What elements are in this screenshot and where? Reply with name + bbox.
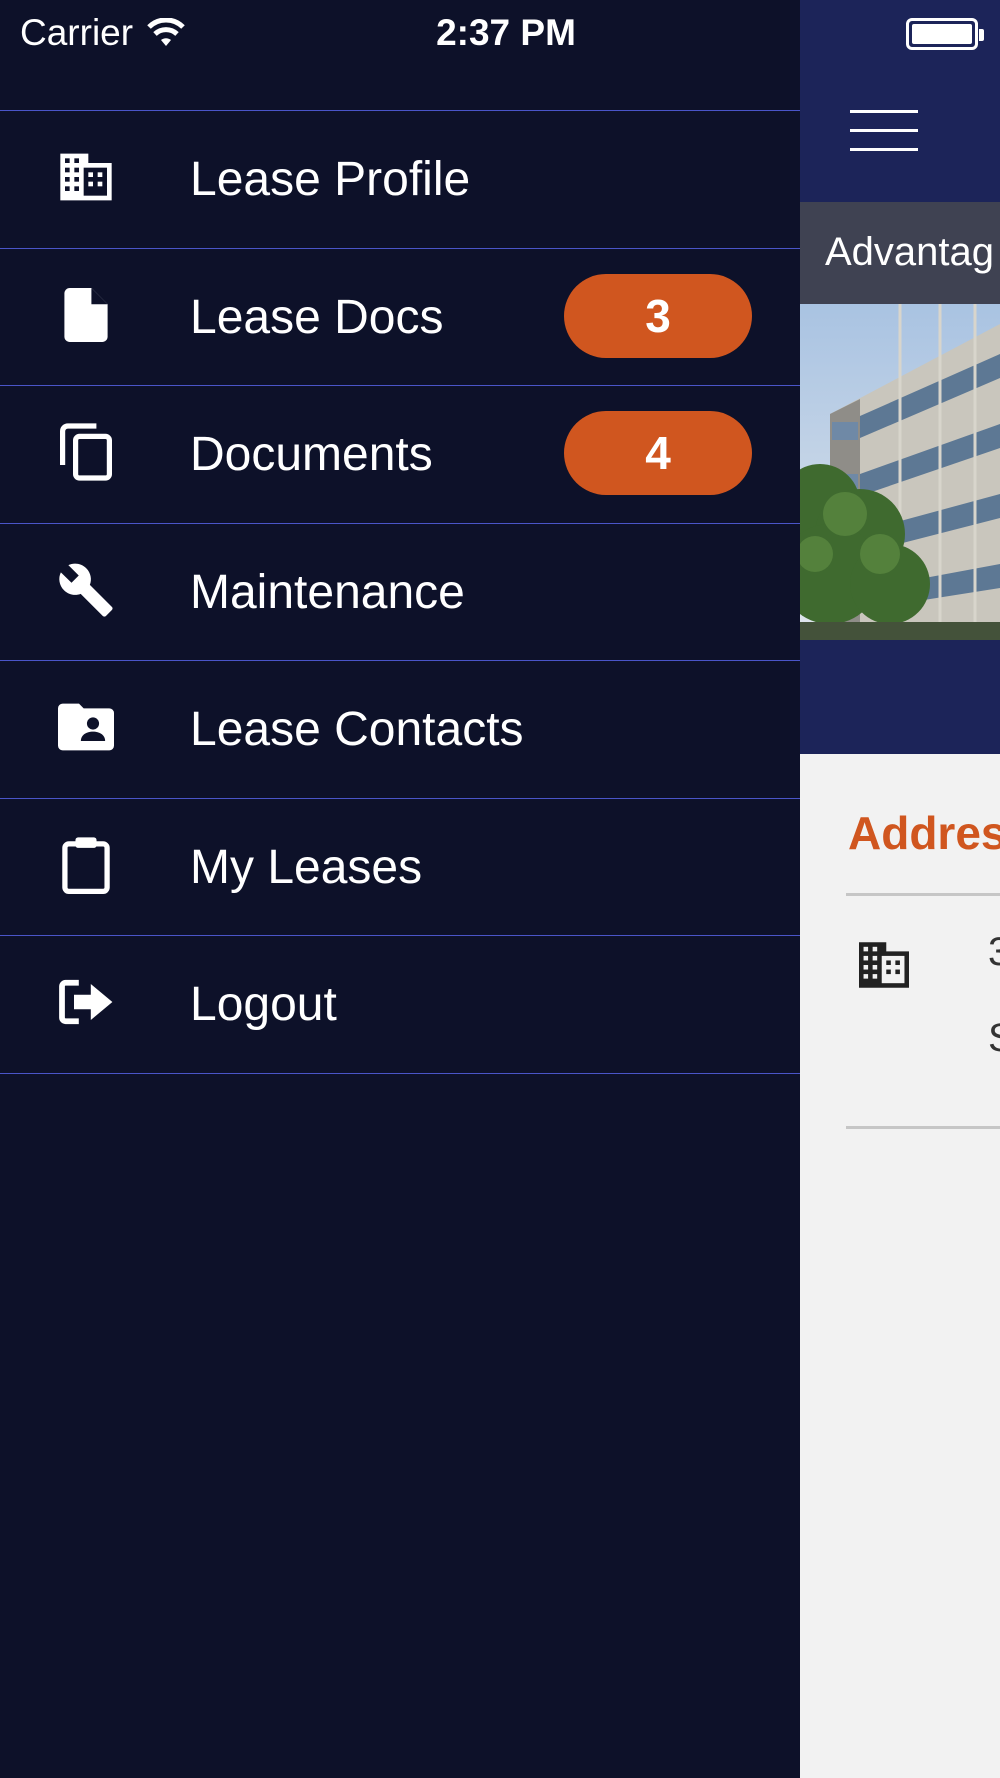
photo-footer-band xyxy=(800,640,1000,754)
menu-item-lease-docs[interactable]: Lease Docs 3 xyxy=(0,249,800,386)
menu-item-lease-profile[interactable]: Lease Profile xyxy=(0,111,800,249)
menu-item-label: Lease Docs xyxy=(190,290,444,344)
address-line-2: S xyxy=(988,1016,1000,1061)
menu-item-label: Documents xyxy=(190,428,433,481)
divider xyxy=(846,893,1000,896)
contact-folder-icon xyxy=(56,697,116,757)
logout-icon xyxy=(56,972,116,1032)
address-line-1: 3 xyxy=(988,930,1000,974)
property-name: Advantag xyxy=(825,230,995,274)
building-icon xyxy=(856,940,912,990)
menu-toggle-button[interactable] xyxy=(850,108,918,152)
building-icon xyxy=(56,147,116,207)
side-drawer: Carrier 2:37 PM Lease Profile Lease Docs… xyxy=(0,0,800,1778)
property-photo xyxy=(800,304,1000,640)
menu-item-lease-contacts[interactable]: Lease Contacts xyxy=(0,661,800,799)
menu-item-label: Logout xyxy=(190,978,337,1031)
menu-item-label: My Leases xyxy=(190,840,423,894)
main-screen: Advantag Addres 3 xyxy=(800,0,1000,1778)
status-time: 2:37 PM xyxy=(436,12,576,53)
clipboard-icon xyxy=(56,835,116,895)
lease-docs-count-badge: 3 xyxy=(564,273,752,358)
menu-item-label: Maintenance xyxy=(190,565,465,619)
documents-count-badge: 4 xyxy=(564,411,752,495)
menu-item-documents[interactable]: Documents 4 xyxy=(0,386,800,524)
drawer-menu: Lease Profile Lease Docs 3 Documents 4 M… xyxy=(0,110,800,1074)
menu-item-my-leases[interactable]: My Leases xyxy=(0,799,800,936)
divider xyxy=(846,1126,1000,1129)
menu-item-logout[interactable]: Logout xyxy=(0,936,800,1074)
wrench-icon xyxy=(56,560,116,620)
menu-item-label: Lease Contacts xyxy=(190,703,524,756)
copy-documents-icon xyxy=(56,422,116,482)
menu-item-label: Lease Profile xyxy=(190,153,471,206)
file-icon xyxy=(56,285,116,345)
address-section-title: Addres xyxy=(848,807,1000,859)
property-name-bar: Advantag xyxy=(800,202,1000,304)
menu-item-maintenance[interactable]: Maintenance xyxy=(0,524,800,661)
